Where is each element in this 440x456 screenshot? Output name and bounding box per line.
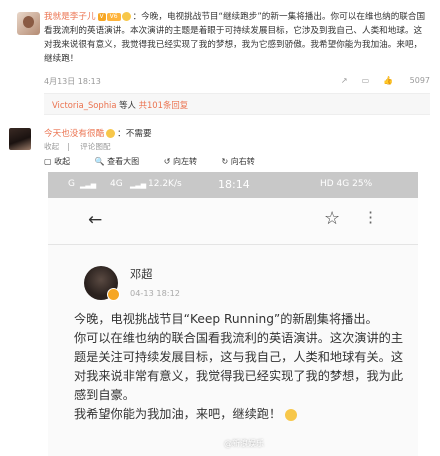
level-badge: V6 [106,12,121,21]
comment-author[interactable]: 今天也没有很酷 [44,129,104,139]
reply-middle: 等人 [116,100,139,110]
collapse-link[interactable]: 收起 [44,142,59,151]
rotate-left-label: 向左转 [172,157,197,166]
back-arrow-icon[interactable]: ← [88,210,102,230]
emoji-icon [285,408,298,421]
emoji-icon [121,12,131,21]
avatar[interactable] [9,128,31,150]
comment-text: 我就是李子儿 V V6 ：今晚，电视挑战节目“继续跑步”的新一集将播出。你可以在维也纳… [44,10,430,66]
star-icon[interactable]: ☆ [324,208,340,229]
rotate-right-button[interactable]: ↻ 向右转 [222,157,266,166]
more-icon[interactable]: · · · [368,205,374,231]
post-last-line: 我希望你能为我加油，来吧，继续跑！ [74,407,282,421]
separator: | [67,142,70,151]
embedded-screenshot[interactable]: G ▂▃▅ 4G ▂▃▅ 12.2K/s 18:14 HD 4G 25% ← ☆… [48,172,418,456]
rotate-left-button[interactable]: ↺ 向左转 [164,157,208,166]
share-icon[interactable]: ↗ [341,76,348,85]
status-time: 18:14 [218,178,250,191]
network-label: 4G [110,179,123,189]
comment-with-image-link[interactable]: 评论图配 [80,142,110,151]
view-large-button[interactable]: 🔍 查看大图 [95,157,151,166]
poster-name[interactable]: 邓超 [130,266,152,282]
post-paragraph: 今晚，电视挑战节目“Keep Running”的新剧集将播出。 [74,312,378,326]
view-large-label: 查看大图 [107,157,140,166]
status-right: HD 4G 25% [320,179,373,189]
rotate-right-label: 向右转 [230,157,255,166]
signal-bars-icon: ▂▃▅ [80,181,97,189]
verified-icon: V [97,12,106,21]
comment-body: ：不需要 [117,129,152,139]
post-paragraph: 我希望你能为我加油，来吧，继续跑！ [74,405,404,424]
collapse-label: 收起 [54,157,71,166]
poster-time: 04-13 18:12 [130,288,180,298]
comment-icon[interactable]: ▭ [362,76,370,85]
post-body: 今晚，电视挑战节目“Keep Running”的新剧集将播出。 你可以在维也纳的… [74,310,404,424]
reply-user[interactable]: Victoria_Sophia [52,100,117,110]
comment-2-text: 今天也没有很酷 ：不需要 [44,128,424,140]
signal-bars-icon-2: ▂▃▅ [130,181,147,189]
post-paragraph: 你可以在维也纳的联合国看我流利的英语演讲。这次演讲的主题是关注可持续发展目标，这… [74,331,404,402]
phone-app-bar: ← ☆ · · · [48,198,418,245]
comment-meta: 4月13日 18:13 ↗ ▭ 👍 5097 [44,76,430,88]
comment-author[interactable]: 我就是李子儿 [44,12,96,22]
comment-2-actions: 收起 | 评论图配 [44,141,119,152]
image-toolbar: ▢ 收起 🔍 查看大图 ↺ 向左转 ↻ 向右转 [44,156,432,170]
collapse-image-button[interactable]: ▢ 收起 [44,157,81,166]
watermark: @新浪娱乐 [224,439,264,448]
avatar[interactable] [17,12,40,35]
signal-icon: G [68,179,75,189]
like-button[interactable]: 👍 5097 [383,76,430,85]
avatar[interactable] [84,266,120,301]
like-count: 5097 [409,76,430,85]
verified-icon [107,288,120,301]
emoji-icon [106,129,116,138]
phone-status-bar: G ▂▃▅ 4G ▂▃▅ 12.2K/s 18:14 HD 4G 25% [48,172,418,198]
net-speed: 12.2K/s [148,179,182,189]
comment-time: 4月13日 18:13 [44,77,101,86]
replies-link[interactable]: Victoria_Sophia 等人 共101条回复 [44,93,430,115]
reply-count[interactable]: 共101条回复 [139,100,189,110]
